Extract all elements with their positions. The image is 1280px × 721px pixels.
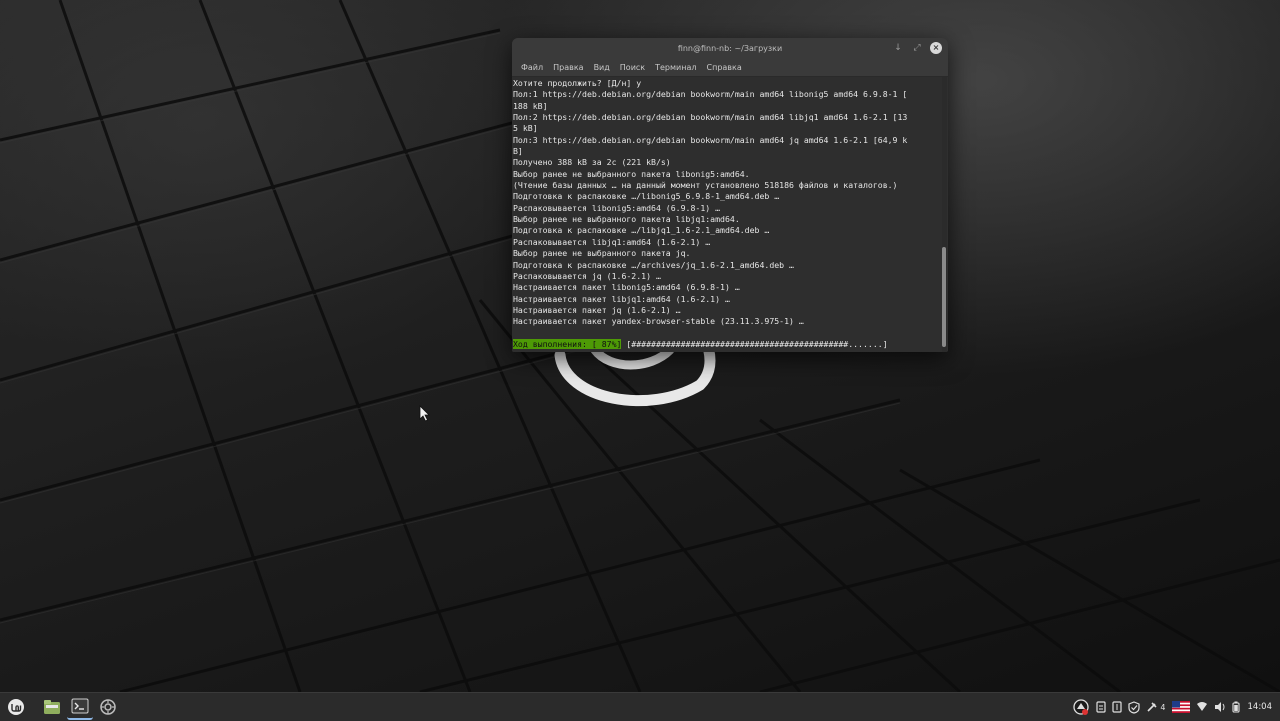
menu-search[interactable]: Поиск [615, 59, 650, 76]
taskbar: 4 14:04 [0, 692, 1280, 721]
terminal-line: Выбор ранее не выбранного пакета libjq1:… [513, 214, 740, 225]
notes-icon [1112, 701, 1123, 713]
terminal-line: Пол:2 https://deb.debian.org/debian book… [513, 112, 908, 123]
terminal-line: Распаковывается jq (1.6-2.1) … [513, 270, 661, 281]
menu-edit[interactable]: Правка [548, 59, 588, 76]
terminal-line: Подготовка к распаковке …/archives/jq_1.… [513, 259, 794, 270]
clipboard-icon [1096, 701, 1107, 713]
menu-view[interactable]: Вид [589, 59, 615, 76]
notification-count: 4 [1160, 702, 1166, 712]
window-controls: ↓ ⤢ × [892, 42, 942, 54]
terminal-line: (Чтение базы данных … на данный момент у… [513, 180, 898, 191]
tray-notifications[interactable]: 4 [1146, 698, 1166, 716]
terminal-line: Настраивается пакет libjq1:amd64 (1.6-2.… [513, 293, 730, 304]
menu-terminal[interactable]: Терминал [650, 59, 701, 76]
menu-file[interactable]: Файл [516, 59, 548, 76]
clock[interactable]: 14:04 [1248, 702, 1273, 712]
terminal-window[interactable]: finn@finn-nb: ~/Загрузки ↓ ⤢ × Файл Прав… [512, 38, 948, 352]
terminal-line: Хотите продолжить? [Д/н] y [513, 78, 642, 88]
progress-label: Ход выполнения: [ 87%] [513, 338, 622, 349]
start-menu-button[interactable] [3, 695, 29, 719]
terminal-line: Получено 388 kB за 2с (221 kB/s) [513, 157, 671, 168]
battery-icon [1231, 701, 1240, 713]
terminal-line: 5 kB] [513, 123, 538, 134]
terminal-line: B] [513, 146, 523, 157]
file-manager-launcher[interactable] [39, 695, 65, 719]
terminal-line: Пол:3 https://deb.debian.org/debian book… [513, 134, 908, 145]
progress-bar-text: [#######################################… [621, 338, 888, 349]
tray-keyboard-layout[interactable] [1171, 698, 1190, 716]
tray-network[interactable] [1196, 698, 1208, 716]
tray-volume[interactable] [1214, 698, 1226, 716]
scrollbar-thumb[interactable] [942, 247, 946, 347]
terminal-line: Выбор ранее не выбранного пакета jq. [513, 248, 691, 259]
terminal-line: Настраивается пакет jq (1.6-2.1) … [513, 304, 681, 315]
minimize-icon[interactable]: ↓ [892, 42, 904, 54]
terminal-line: Выбор ранее не выбранного пакета libonig… [513, 168, 750, 179]
notification-icon [1147, 702, 1157, 712]
system-tray: 4 14:04 [1072, 696, 1272, 718]
tray-app-indicator[interactable] [1072, 698, 1090, 716]
mouse-cursor-icon [419, 405, 430, 422]
terminal-icon [71, 698, 89, 714]
settings-launcher[interactable] [95, 695, 121, 719]
apt-progress-line: Ход выполнения: [ 87%] [################… [512, 338, 942, 350]
volume-icon [1214, 702, 1224, 712]
close-icon[interactable]: × [930, 42, 942, 54]
terminal-line: Пол:1 https://deb.debian.org/debian book… [513, 89, 908, 100]
yandex-disk-icon [1073, 699, 1090, 715]
terminal-line: Подготовка к распаковке …/libjq1_1.6-2.1… [513, 225, 770, 236]
terminal-output[interactable]: Хотите продолжить? [Д/н] y Пол:1 https:/… [512, 77, 942, 352]
tray-security[interactable] [1128, 698, 1141, 716]
settings-icon [100, 699, 116, 715]
shield-icon [1128, 700, 1141, 714]
us-flag-icon [1171, 701, 1190, 713]
tray-battery[interactable] [1231, 698, 1240, 716]
terminal-launcher[interactable] [67, 694, 93, 720]
terminal-line: Распаковывается libjq1:amd64 (1.6-2.1) … [513, 236, 711, 247]
terminal-line: Настраивается пакет yandex-browser-stabl… [513, 316, 804, 327]
terminal-scrollbar[interactable] [942, 77, 947, 352]
terminal-line: Настраивается пакет libonig5:amd64 (6.9.… [513, 282, 740, 293]
mint-menu-icon [8, 699, 24, 715]
terminal-line: 188 kB] [513, 100, 548, 111]
tray-clipboard[interactable] [1096, 698, 1107, 716]
terminal-titlebar[interactable]: finn@finn-nb: ~/Загрузки ↓ ⤢ × [512, 38, 948, 59]
wifi-icon [1196, 702, 1207, 711]
menu-help[interactable]: Справка [702, 59, 747, 76]
window-title: finn@finn-nb: ~/Загрузки [677, 44, 783, 53]
terminal-line: Подготовка к распаковке …/libonig5_6.9.8… [513, 191, 780, 202]
terminal-line: Распаковывается libonig5:amd64 (6.9.8-1)… [513, 202, 721, 213]
maximize-icon[interactable]: ⤢ [911, 42, 923, 54]
file-manager-icon [44, 700, 60, 714]
terminal-menubar: Файл Правка Вид Поиск Терминал Справка [512, 59, 948, 77]
tray-notes[interactable] [1112, 698, 1123, 716]
